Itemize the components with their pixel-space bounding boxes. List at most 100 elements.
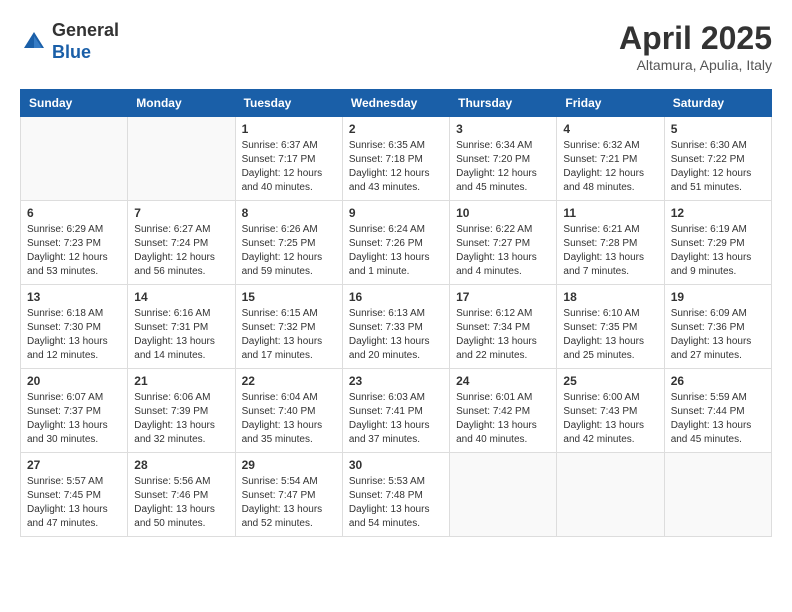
day-info: Sunrise: 6:04 AMSunset: 7:40 PMDaylight:… — [242, 391, 336, 447]
calendar-cell: 9 Sunrise: 6:24 AMSunset: 7:26 PMDayligh… — [342, 201, 449, 285]
page-header: General Blue April 2025 Altamura, Apulia… — [20, 20, 772, 73]
calendar-week-row: 13 Sunrise: 6:18 AMSunset: 7:30 PMDaylig… — [21, 285, 772, 369]
weekday-header: Friday — [557, 90, 664, 117]
day-info: Sunrise: 5:57 AMSunset: 7:45 PMDaylight:… — [27, 475, 121, 531]
day-number: 30 — [349, 458, 443, 472]
day-number: 27 — [27, 458, 121, 472]
day-info: Sunrise: 6:19 AMSunset: 7:29 PMDaylight:… — [671, 223, 765, 279]
day-number: 18 — [563, 290, 657, 304]
calendar-week-row: 20 Sunrise: 6:07 AMSunset: 7:37 PMDaylig… — [21, 369, 772, 453]
calendar-cell: 30 Sunrise: 5:53 AMSunset: 7:48 PMDaylig… — [342, 453, 449, 537]
day-info: Sunrise: 6:15 AMSunset: 7:32 PMDaylight:… — [242, 307, 336, 363]
day-info: Sunrise: 5:53 AMSunset: 7:48 PMDaylight:… — [349, 475, 443, 531]
weekday-header: Thursday — [450, 90, 557, 117]
calendar-cell — [128, 117, 235, 201]
location-text: Altamura, Apulia, Italy — [619, 57, 772, 73]
day-number: 12 — [671, 206, 765, 220]
day-info: Sunrise: 6:24 AMSunset: 7:26 PMDaylight:… — [349, 223, 443, 279]
day-info: Sunrise: 6:01 AMSunset: 7:42 PMDaylight:… — [456, 391, 550, 447]
calendar-week-row: 6 Sunrise: 6:29 AMSunset: 7:23 PMDayligh… — [21, 201, 772, 285]
calendar-cell: 7 Sunrise: 6:27 AMSunset: 7:24 PMDayligh… — [128, 201, 235, 285]
day-info: Sunrise: 6:29 AMSunset: 7:23 PMDaylight:… — [27, 223, 121, 279]
calendar-cell: 12 Sunrise: 6:19 AMSunset: 7:29 PMDaylig… — [664, 201, 771, 285]
calendar-cell: 6 Sunrise: 6:29 AMSunset: 7:23 PMDayligh… — [21, 201, 128, 285]
calendar-cell: 20 Sunrise: 6:07 AMSunset: 7:37 PMDaylig… — [21, 369, 128, 453]
day-info: Sunrise: 6:12 AMSunset: 7:34 PMDaylight:… — [456, 307, 550, 363]
calendar-cell: 18 Sunrise: 6:10 AMSunset: 7:35 PMDaylig… — [557, 285, 664, 369]
calendar-cell: 21 Sunrise: 6:06 AMSunset: 7:39 PMDaylig… — [128, 369, 235, 453]
day-info: Sunrise: 6:16 AMSunset: 7:31 PMDaylight:… — [134, 307, 228, 363]
day-number: 19 — [671, 290, 765, 304]
calendar-table: SundayMondayTuesdayWednesdayThursdayFrid… — [20, 89, 772, 537]
calendar-cell — [557, 453, 664, 537]
day-number: 14 — [134, 290, 228, 304]
day-number: 20 — [27, 374, 121, 388]
calendar-cell: 14 Sunrise: 6:16 AMSunset: 7:31 PMDaylig… — [128, 285, 235, 369]
weekday-header: Monday — [128, 90, 235, 117]
calendar-cell: 10 Sunrise: 6:22 AMSunset: 7:27 PMDaylig… — [450, 201, 557, 285]
day-info: Sunrise: 6:18 AMSunset: 7:30 PMDaylight:… — [27, 307, 121, 363]
calendar-cell: 2 Sunrise: 6:35 AMSunset: 7:18 PMDayligh… — [342, 117, 449, 201]
logo-general-text: General — [52, 20, 119, 40]
calendar-cell: 24 Sunrise: 6:01 AMSunset: 7:42 PMDaylig… — [450, 369, 557, 453]
title-block: April 2025 Altamura, Apulia, Italy — [619, 20, 772, 73]
day-info: Sunrise: 6:22 AMSunset: 7:27 PMDaylight:… — [456, 223, 550, 279]
day-number: 5 — [671, 122, 765, 136]
logo-icon — [20, 28, 48, 56]
day-info: Sunrise: 6:03 AMSunset: 7:41 PMDaylight:… — [349, 391, 443, 447]
calendar-cell — [664, 453, 771, 537]
day-number: 21 — [134, 374, 228, 388]
weekday-header: Saturday — [664, 90, 771, 117]
day-info: Sunrise: 6:00 AMSunset: 7:43 PMDaylight:… — [563, 391, 657, 447]
calendar-cell: 26 Sunrise: 5:59 AMSunset: 7:44 PMDaylig… — [664, 369, 771, 453]
day-info: Sunrise: 5:56 AMSunset: 7:46 PMDaylight:… — [134, 475, 228, 531]
calendar-cell: 25 Sunrise: 6:00 AMSunset: 7:43 PMDaylig… — [557, 369, 664, 453]
day-info: Sunrise: 6:27 AMSunset: 7:24 PMDaylight:… — [134, 223, 228, 279]
day-number: 16 — [349, 290, 443, 304]
day-number: 4 — [563, 122, 657, 136]
day-info: Sunrise: 6:32 AMSunset: 7:21 PMDaylight:… — [563, 139, 657, 195]
day-info: Sunrise: 5:59 AMSunset: 7:44 PMDaylight:… — [671, 391, 765, 447]
day-number: 22 — [242, 374, 336, 388]
calendar-cell: 27 Sunrise: 5:57 AMSunset: 7:45 PMDaylig… — [21, 453, 128, 537]
day-number: 10 — [456, 206, 550, 220]
logo: General Blue — [20, 20, 119, 63]
calendar-cell: 13 Sunrise: 6:18 AMSunset: 7:30 PMDaylig… — [21, 285, 128, 369]
day-number: 24 — [456, 374, 550, 388]
day-number: 28 — [134, 458, 228, 472]
calendar-cell: 1 Sunrise: 6:37 AMSunset: 7:17 PMDayligh… — [235, 117, 342, 201]
day-info: Sunrise: 6:37 AMSunset: 7:17 PMDaylight:… — [242, 139, 336, 195]
day-info: Sunrise: 6:26 AMSunset: 7:25 PMDaylight:… — [242, 223, 336, 279]
calendar-cell: 22 Sunrise: 6:04 AMSunset: 7:40 PMDaylig… — [235, 369, 342, 453]
day-number: 3 — [456, 122, 550, 136]
day-info: Sunrise: 6:09 AMSunset: 7:36 PMDaylight:… — [671, 307, 765, 363]
weekday-header: Tuesday — [235, 90, 342, 117]
day-info: Sunrise: 6:30 AMSunset: 7:22 PMDaylight:… — [671, 139, 765, 195]
month-title: April 2025 — [619, 20, 772, 57]
calendar-week-row: 27 Sunrise: 5:57 AMSunset: 7:45 PMDaylig… — [21, 453, 772, 537]
calendar-header-row: SundayMondayTuesdayWednesdayThursdayFrid… — [21, 90, 772, 117]
day-number: 9 — [349, 206, 443, 220]
calendar-cell: 16 Sunrise: 6:13 AMSunset: 7:33 PMDaylig… — [342, 285, 449, 369]
calendar-cell: 15 Sunrise: 6:15 AMSunset: 7:32 PMDaylig… — [235, 285, 342, 369]
calendar-cell: 28 Sunrise: 5:56 AMSunset: 7:46 PMDaylig… — [128, 453, 235, 537]
day-number: 26 — [671, 374, 765, 388]
calendar-cell: 29 Sunrise: 5:54 AMSunset: 7:47 PMDaylig… — [235, 453, 342, 537]
day-number: 17 — [456, 290, 550, 304]
logo-text: General Blue — [52, 20, 119, 63]
day-info: Sunrise: 6:21 AMSunset: 7:28 PMDaylight:… — [563, 223, 657, 279]
calendar-cell: 8 Sunrise: 6:26 AMSunset: 7:25 PMDayligh… — [235, 201, 342, 285]
day-info: Sunrise: 6:10 AMSunset: 7:35 PMDaylight:… — [563, 307, 657, 363]
day-number: 2 — [349, 122, 443, 136]
day-number: 1 — [242, 122, 336, 136]
calendar-week-row: 1 Sunrise: 6:37 AMSunset: 7:17 PMDayligh… — [21, 117, 772, 201]
day-number: 7 — [134, 206, 228, 220]
calendar-cell: 17 Sunrise: 6:12 AMSunset: 7:34 PMDaylig… — [450, 285, 557, 369]
day-number: 23 — [349, 374, 443, 388]
day-number: 8 — [242, 206, 336, 220]
day-info: Sunrise: 6:07 AMSunset: 7:37 PMDaylight:… — [27, 391, 121, 447]
day-info: Sunrise: 6:35 AMSunset: 7:18 PMDaylight:… — [349, 139, 443, 195]
day-number: 25 — [563, 374, 657, 388]
day-number: 15 — [242, 290, 336, 304]
calendar-cell: 4 Sunrise: 6:32 AMSunset: 7:21 PMDayligh… — [557, 117, 664, 201]
